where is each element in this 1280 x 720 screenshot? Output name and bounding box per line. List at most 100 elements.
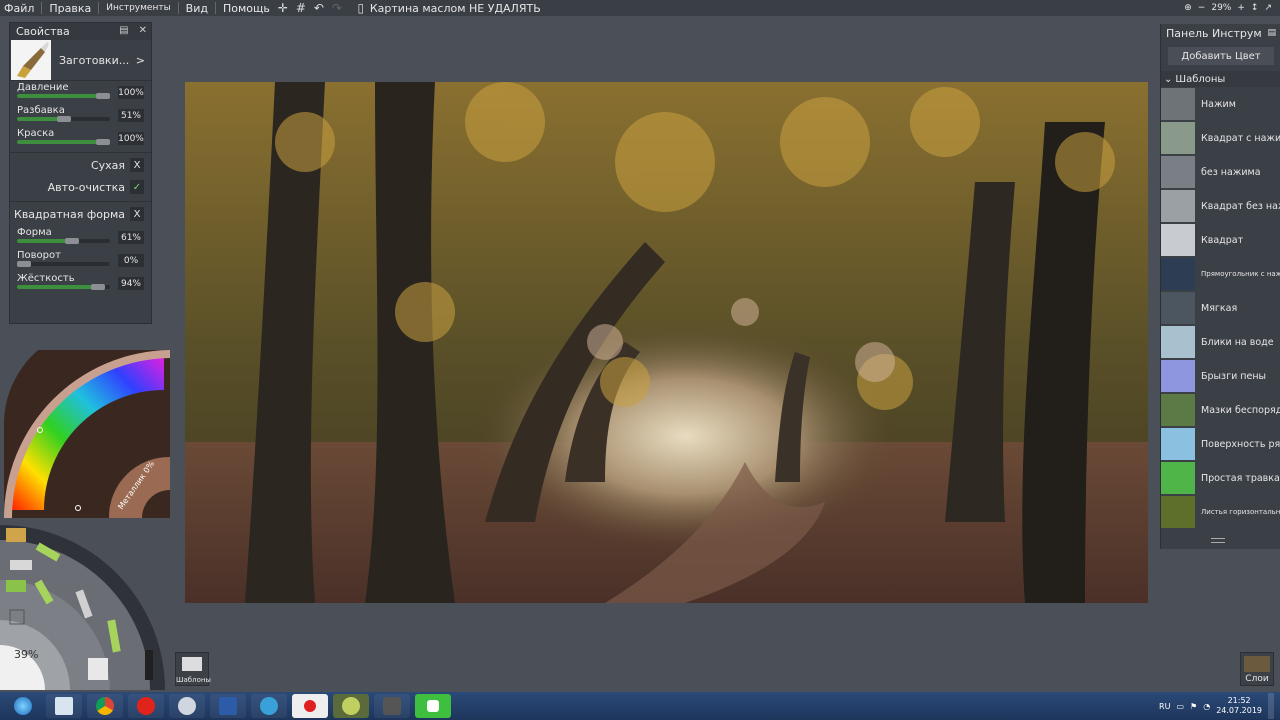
templates-section-header[interactable]: ⌄ Шаблоны: [1161, 71, 1280, 87]
properties-panel: Свойства ▤ ✕ Заготовки... > Давление 100%…: [9, 22, 152, 324]
volume-icon[interactable]: ◔: [1203, 702, 1210, 711]
menu-view[interactable]: Вид: [182, 2, 212, 15]
slider-value[interactable]: 100%: [118, 132, 144, 145]
template-item[interactable]: Листья горизонтальные: [1161, 495, 1280, 529]
toggle-dry[interactable]: Сухая X: [10, 155, 151, 177]
redo-icon[interactable]: ↷: [330, 1, 344, 15]
slider-knob[interactable]: [17, 261, 31, 267]
template-item[interactable]: Поверхность рябая: [1161, 427, 1280, 461]
opera-button[interactable]: [128, 694, 164, 718]
painting-canvas[interactable]: [185, 82, 1148, 603]
menu-tools[interactable]: Инструменты: [102, 3, 174, 13]
template-item[interactable]: Мазки беспорядочные: [1161, 393, 1280, 427]
resize-grip[interactable]: [1211, 538, 1225, 543]
slider-row[interactable]: Форма 61%: [10, 226, 151, 249]
preset-selector[interactable]: Заготовки... >: [10, 40, 151, 81]
template-item[interactable]: Брызги пены: [1161, 359, 1280, 393]
slider-track[interactable]: [17, 93, 110, 99]
show-desktop-button[interactable]: [1268, 693, 1274, 719]
template-swatch: [1161, 88, 1195, 120]
pin-icon[interactable]: ▤: [119, 25, 128, 36]
toggle-square-shape-checkbox[interactable]: X: [130, 207, 144, 221]
app-button[interactable]: [169, 694, 205, 718]
move-icon[interactable]: ✛: [276, 1, 290, 15]
zoom-in-icon[interactable]: +: [1237, 3, 1245, 13]
slider-value[interactable]: 94%: [118, 277, 144, 290]
template-item[interactable]: Мягкая: [1161, 291, 1280, 325]
fit-icon[interactable]: ⊕: [1184, 3, 1192, 13]
slider-value[interactable]: 51%: [118, 109, 144, 122]
slider-track[interactable]: [17, 284, 110, 290]
template-item[interactable]: Простая травка: [1161, 461, 1280, 495]
toggle-square-shape[interactable]: Квадратная форма X: [10, 204, 151, 226]
preset-arrow-icon[interactable]: >: [136, 54, 145, 67]
actual-size-icon[interactable]: ↕: [1251, 3, 1259, 13]
slider-knob[interactable]: [57, 116, 72, 122]
template-item[interactable]: Прямоугольник с нажимом: [1161, 257, 1280, 291]
menu-edit[interactable]: Правка: [45, 2, 95, 15]
template-name: Прямоугольник с нажимом: [1201, 270, 1280, 278]
slider-track[interactable]: [17, 116, 110, 122]
yandex-button[interactable]: [292, 694, 328, 718]
grid-icon[interactable]: #: [294, 1, 308, 15]
tool-panel: Панель Инструм ▤ Добавить Цвет ⌄ Шаблоны…: [1160, 24, 1280, 549]
templates-button[interactable]: Шаблоны: [175, 652, 211, 686]
slider-knob[interactable]: [96, 139, 110, 145]
slider-row[interactable]: Разбавка 51%: [10, 104, 151, 127]
toggle-auto-clean[interactable]: Авто-очистка ✓: [10, 177, 151, 199]
slider-label: Давление: [17, 82, 69, 93]
toggle-auto-clean-checkbox[interactable]: ✓: [130, 180, 144, 194]
slider-track[interactable]: [17, 238, 110, 244]
network-icon[interactable]: ▭: [1176, 702, 1184, 711]
slider-knob[interactable]: [96, 93, 110, 99]
template-item[interactable]: Блики на воде: [1161, 325, 1280, 359]
undo-icon[interactable]: ↶: [312, 1, 326, 15]
save-button[interactable]: [210, 694, 246, 718]
slider-knob[interactable]: [91, 284, 106, 290]
diamond-icon: [260, 697, 278, 715]
template-item[interactable]: Квадрат с нажимом: [1161, 121, 1280, 155]
tools-wheel[interactable]: 39%: [0, 520, 170, 690]
tool-panel-title: Панель Инструм: [1166, 27, 1262, 40]
template-item[interactable]: без нажима: [1161, 155, 1280, 189]
slider-row[interactable]: Жёсткость 94%: [10, 272, 151, 295]
chrome-button[interactable]: [87, 694, 123, 718]
slider-row[interactable]: Давление 100%: [10, 81, 151, 104]
menu-file[interactable]: Файл: [0, 2, 38, 15]
color-wheel[interactable]: Металлик 0%: [4, 350, 170, 518]
clock[interactable]: 21:52 24.07.2019: [1216, 696, 1262, 716]
menu-help[interactable]: Помощь: [219, 2, 274, 15]
slider-value[interactable]: 100%: [118, 86, 144, 99]
system-tray: RU ▭ ⚑ ◔ 21:52 24.07.2019: [1159, 692, 1274, 720]
template-swatch: [1161, 326, 1195, 358]
template-name: Квадрат без нажима: [1201, 200, 1280, 212]
slider-value[interactable]: 0%: [118, 254, 144, 267]
toggle-dry-checkbox[interactable]: X: [130, 158, 144, 172]
slider-track[interactable]: [17, 139, 110, 145]
artrage-button[interactable]: [333, 694, 369, 718]
template-swatch: [1161, 156, 1195, 188]
preset-label: Заготовки...: [59, 53, 130, 67]
layers-button[interactable]: Слои: [1240, 652, 1274, 686]
slider-row[interactable]: Поворот 0%: [10, 249, 151, 272]
camtasia-button[interactable]: [415, 694, 451, 718]
explorer-button[interactable]: [46, 694, 82, 718]
close-icon[interactable]: ✕: [139, 25, 147, 36]
flag-icon[interactable]: ⚑: [1190, 702, 1197, 711]
template-item[interactable]: Квадрат: [1161, 223, 1280, 257]
slider-track[interactable]: [17, 261, 110, 267]
app-button[interactable]: [251, 694, 287, 718]
language-indicator[interactable]: RU: [1159, 702, 1170, 711]
pin-icon[interactable]: ▤: [1267, 28, 1276, 38]
slider-row[interactable]: Краска 100%: [10, 127, 151, 150]
slider-value[interactable]: 61%: [118, 231, 144, 244]
slider-knob[interactable]: [65, 238, 80, 244]
start-button[interactable]: [5, 694, 41, 718]
camtasia-icon: [427, 700, 439, 712]
camera-button[interactable]: [374, 694, 410, 718]
fullscreen-icon[interactable]: ↗: [1264, 3, 1272, 13]
template-item[interactable]: Квадрат без нажима: [1161, 189, 1280, 223]
zoom-out-icon[interactable]: −: [1198, 3, 1206, 13]
add-color-button[interactable]: Добавить Цвет: [1168, 47, 1274, 65]
template-item[interactable]: Нажим: [1161, 87, 1280, 121]
